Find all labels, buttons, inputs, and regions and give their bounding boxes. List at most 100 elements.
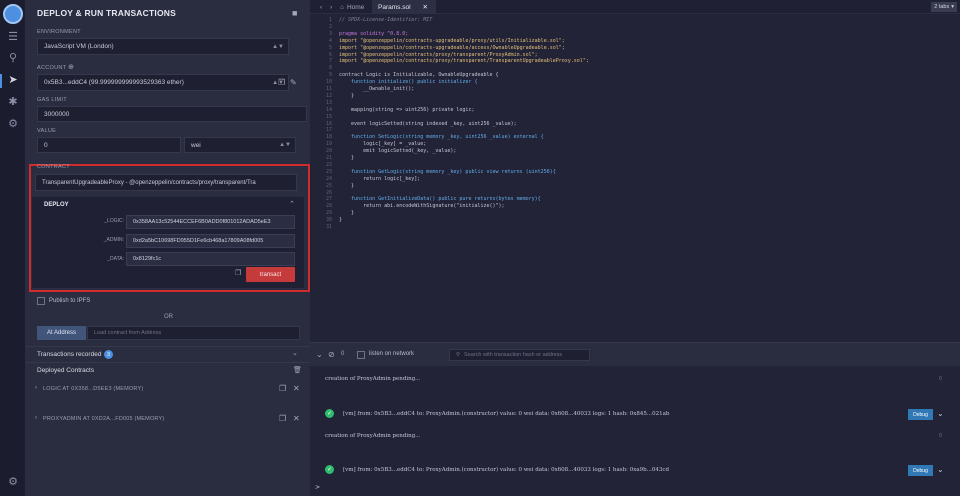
contract-label: CONTRACT bbox=[37, 164, 70, 170]
code-text: function GetLogic(string memory _key) pu… bbox=[339, 168, 556, 175]
account-value: 0x5B3...eddC4 (99.999999999993529363 eth… bbox=[44, 79, 184, 86]
code-text: pragma solidity ^0.8.0; bbox=[339, 30, 409, 37]
panel-title: DEPLOY & RUN TRANSACTIONS bbox=[37, 8, 176, 18]
divider bbox=[26, 362, 310, 363]
expand-arrow-icon[interactable]: › bbox=[35, 415, 37, 421]
file-explorer-icon[interactable]: ☰ bbox=[6, 31, 20, 43]
docs-book-icon[interactable]: ■ bbox=[292, 8, 297, 18]
terminal-prompt[interactable]: > bbox=[315, 484, 320, 491]
terminal-toolbar: ⌄ ⊘ 0 listen on network ⚲ Search with tr… bbox=[310, 342, 960, 366]
expand-chevron-icon[interactable]: ⌄ bbox=[292, 349, 298, 357]
param-logic-input[interactable]: 0x358AA13c52544ECCEF6B0ADD0f801012ADAD5e… bbox=[126, 215, 295, 229]
publish-ipfs-label: Publish to IPFS bbox=[49, 298, 91, 304]
listen-network-label: listen on network bbox=[369, 351, 415, 357]
home-icon: ⌂ bbox=[340, 3, 344, 11]
code-text: import "@openzeppelin/contracts/proxy/tr… bbox=[339, 58, 589, 65]
deployed-contract-logic[interactable]: LOGIC AT 0X358...D5EE3 (MEMORY) bbox=[43, 386, 143, 392]
code-text: function GetInitializeData() public pure… bbox=[339, 196, 541, 203]
tabs-count: 2 tabs bbox=[934, 4, 950, 10]
tab-file-label: Params.sol bbox=[378, 3, 411, 11]
remove-contract-icon[interactable]: ✕ bbox=[293, 384, 300, 393]
account-label: ACCOUNT bbox=[37, 65, 67, 71]
expand-tx-chevron-icon[interactable]: ⌄ bbox=[937, 409, 944, 418]
code-text: import "@openzeppelin/contracts/proxy/tr… bbox=[339, 51, 538, 58]
code-text: } bbox=[339, 155, 355, 161]
settings-gear-icon[interactable]: ⚙ bbox=[6, 476, 20, 488]
code-text: function initialize() public initializer… bbox=[339, 79, 478, 86]
listen-network-checkbox[interactable] bbox=[357, 351, 365, 359]
account-select[interactable]: 0x5B3...eddC4 (99.999999999993529363 eth… bbox=[37, 74, 289, 91]
code-text: } bbox=[339, 210, 355, 217]
at-address-button[interactable]: At Address bbox=[37, 326, 86, 340]
debugger-icon[interactable]: ✱ bbox=[6, 96, 20, 108]
tab-params-sol[interactable]: Params.sol ✕ bbox=[372, 0, 436, 14]
code-text: mapping(string => uint256) private logic… bbox=[339, 106, 475, 113]
plugin-manager-icon[interactable]: ⚙ bbox=[6, 118, 20, 130]
select-caret-icon: ▲▼ bbox=[272, 43, 284, 50]
code-text: } bbox=[339, 182, 355, 189]
deploy-label: DEPLOY bbox=[44, 202, 69, 208]
search-icon[interactable]: ⚲ bbox=[6, 52, 20, 64]
deploy-run-icon[interactable]: ➤ bbox=[6, 74, 20, 86]
param-data-input[interactable]: 0x8129fc1c bbox=[126, 252, 295, 266]
environment-select[interactable]: JavaScript VM (London) ▲▼ bbox=[37, 38, 289, 55]
collapse-chevron-icon[interactable]: ⌃ bbox=[289, 200, 295, 208]
expand-tx-chevron-icon[interactable]: ⌄ bbox=[937, 465, 944, 474]
code-text: return abi.encodeWithSignature("initiali… bbox=[339, 203, 505, 210]
code-text: } bbox=[339, 92, 355, 99]
debug-button[interactable]: Debug bbox=[908, 409, 933, 420]
code-text: return logic[_key]; bbox=[339, 175, 421, 182]
sign-message-icon[interactable]: ✎ bbox=[290, 78, 297, 87]
deployed-contract-proxyadmin[interactable]: PROXYADMIN AT 0XD2A...FD005 (MEMORY) bbox=[43, 416, 164, 422]
clear-console-icon[interactable]: ⊘ bbox=[328, 350, 335, 359]
add-account-icon[interactable]: ⊕ bbox=[68, 63, 74, 71]
environment-label: ENVIRONMENT bbox=[37, 29, 81, 35]
copy-calldata-icon[interactable]: ❐ bbox=[235, 269, 241, 277]
terminal-tx-line[interactable]: [vm] from: 0x5B3...eddC4 to: ProxyAdmin.… bbox=[343, 467, 669, 473]
code-text: event logicSetted(string indexed _key, u… bbox=[339, 120, 517, 127]
value-unit: wei bbox=[191, 141, 201, 149]
terminal-pending-line: creation of ProxyAdmin pending... bbox=[325, 433, 421, 439]
terminal-search-input[interactable]: ⚲ Search with transaction hash or addres… bbox=[449, 349, 590, 361]
value-amount-input[interactable]: 0 bbox=[37, 137, 181, 153]
copy-account-icon[interactable]: ❐ bbox=[278, 78, 285, 87]
remix-logo-icon[interactable] bbox=[3, 4, 23, 24]
remove-contract-icon[interactable]: ✕ bbox=[293, 414, 300, 423]
code-text: import "@openzeppelin/contracts-upgradea… bbox=[339, 44, 565, 51]
transactions-recorded-label[interactable]: Transactions recorded bbox=[37, 351, 101, 358]
success-check-icon: ✓ bbox=[325, 409, 334, 418]
param-admin-input[interactable]: 0xd2a5bC10698FD955D1Fe6cb468a17809A08fd0… bbox=[126, 234, 295, 248]
param-logic-label: _LOGIC: bbox=[104, 218, 124, 224]
code-text: import "@openzeppelin/contracts-upgradea… bbox=[339, 37, 565, 44]
code-line[interactable]: 31 bbox=[310, 224, 950, 231]
value-unit-select[interactable]: wei ▲▼ bbox=[184, 137, 296, 153]
code-text: emit logicSetted(_key, _value); bbox=[339, 148, 457, 155]
gas-limit-input[interactable]: 3000000 bbox=[37, 106, 307, 122]
transactions-count-badge: 3 bbox=[104, 350, 113, 359]
log-badge: 0 bbox=[939, 433, 942, 439]
debug-button[interactable]: Debug bbox=[908, 465, 933, 476]
line-number: 31 bbox=[325, 224, 332, 230]
chevron-down-icon: ▾ bbox=[951, 4, 954, 10]
tabs-count-dropdown[interactable]: 2 tabs ▾ bbox=[931, 2, 957, 12]
close-icon[interactable]: ✕ bbox=[423, 3, 428, 11]
copy-address-icon[interactable]: ❐ bbox=[279, 384, 286, 393]
deploy-run-panel: DEPLOY & RUN TRANSACTIONS ■ ENVIRONMENT … bbox=[26, 0, 310, 496]
transact-button[interactable]: transact bbox=[246, 267, 295, 282]
collapse-terminal-icon[interactable]: ⌄ bbox=[316, 350, 323, 359]
trash-icon[interactable]: 🗑 bbox=[293, 366, 302, 374]
tab-home[interactable]: ⌂ Home bbox=[334, 0, 370, 14]
publish-ipfs-checkbox[interactable] bbox=[37, 297, 45, 305]
contract-value: TransparentUpgradeableProxy - @openzeppe… bbox=[42, 179, 256, 186]
deployed-contracts-label: Deployed Contracts bbox=[37, 367, 95, 374]
search-icon: ⚲ bbox=[456, 352, 461, 358]
terminal-tx-line[interactable]: [vm] from: 0x5B3...eddC4 to: ProxyAdmin.… bbox=[343, 411, 669, 417]
contract-select[interactable]: TransparentUpgradeableProxy - @openzeppe… bbox=[35, 174, 297, 191]
load-contract-input[interactable]: Load contract from Address bbox=[87, 326, 300, 340]
code-editor[interactable]: 1// SPDX-License-Identifier: MIT 2 3 pragma… bbox=[310, 14, 960, 342]
code-text: __Ownable_init(); bbox=[339, 86, 415, 92]
copy-address-icon[interactable]: ❐ bbox=[279, 414, 286, 423]
success-check-icon: ✓ bbox=[325, 465, 334, 474]
expand-arrow-icon[interactable]: › bbox=[35, 385, 37, 391]
code-text: // SPDX-License-Identifier: MIT bbox=[339, 17, 433, 23]
